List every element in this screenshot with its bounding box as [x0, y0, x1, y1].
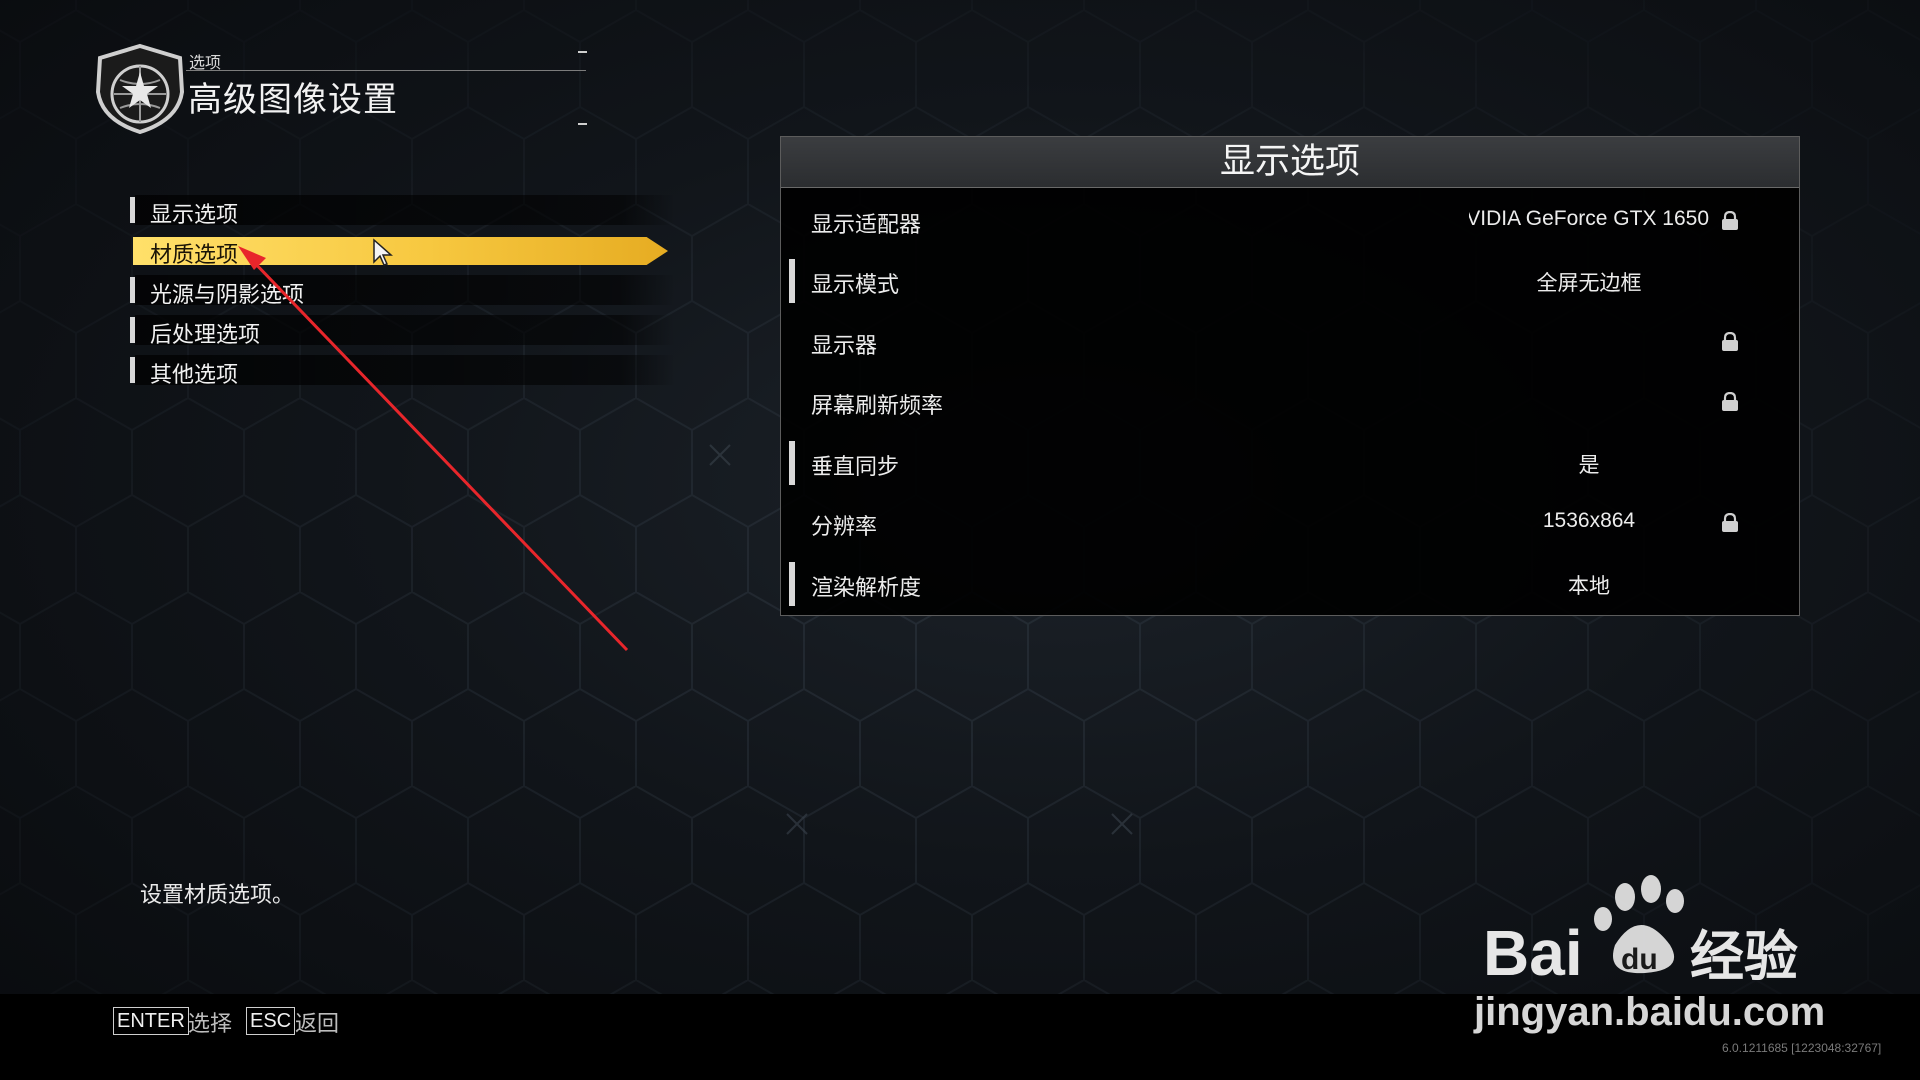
row-marker	[789, 259, 795, 303]
nav-item-label: 光源与阴影选项	[150, 283, 305, 308]
setting-value: NVIDIA GeForce GTX 1650	[1469, 207, 1709, 230]
row-marker	[789, 441, 795, 485]
setting-row-vsync[interactable]: 垂直同步 是	[789, 435, 1789, 491]
setting-value: 全屏无边框	[1536, 272, 1642, 295]
lock-icon	[1722, 392, 1738, 411]
svg-text:Bai: Bai	[1483, 917, 1583, 985]
panel-title: 显示选项	[1219, 142, 1360, 182]
display-options-panel: 显示选项 显示适配器 NVIDIA GeForce GTX 1650 显示模式 …	[780, 136, 1800, 616]
emblem-logo	[95, 43, 185, 134]
setting-label: 显示模式	[811, 273, 900, 298]
setting-value: 1536x864	[1542, 509, 1636, 532]
header-dash	[578, 123, 587, 125]
version-text: 6.0.1211685 [1223048:32767]	[1722, 1041, 1882, 1055]
setting-label: 显示适配器	[811, 213, 922, 238]
setting-value: 本地	[1568, 575, 1610, 598]
nav-item-other[interactable]: 其他选项	[130, 353, 682, 388]
nav-item-post-processing[interactable]: 后处理选项	[130, 313, 682, 348]
enter-key-label: 选择	[188, 1012, 233, 1037]
lock-icon	[1722, 211, 1738, 230]
nav-item-label: 材质选项	[150, 243, 239, 268]
setting-row-monitor[interactable]: 显示器	[789, 314, 1789, 370]
header-dash	[578, 51, 587, 53]
nav-item-label: 显示选项	[150, 203, 239, 228]
setting-row-refresh-rate[interactable]: 屏幕刷新频率	[789, 374, 1789, 430]
lock-icon	[1722, 332, 1738, 351]
setting-label: 垂直同步	[811, 455, 900, 480]
setting-label: 分辨率	[811, 515, 878, 540]
option-description: 设置材质选项。	[140, 883, 295, 908]
nav-item-label: 后处理选项	[150, 323, 261, 348]
header-section-label: 选项	[189, 53, 222, 72]
setting-row-display-mode[interactable]: 显示模式 全屏无边框	[789, 253, 1789, 309]
esc-key-label: 返回	[295, 1012, 340, 1037]
setting-row-display-adapter[interactable]: 显示适配器 NVIDIA GeForce GTX 1650	[789, 193, 1789, 249]
setting-row-render-resolution[interactable]: 渲染解析度 本地	[789, 556, 1789, 612]
svg-text:经验: 经验	[1690, 925, 1798, 985]
setting-label: 屏幕刷新频率	[811, 394, 944, 419]
svg-text:du: du	[1621, 943, 1658, 976]
setting-label: 渲染解析度	[811, 576, 922, 601]
mouse-cursor-icon	[373, 238, 393, 266]
lock-icon	[1722, 513, 1738, 532]
nav-item-label: 其他选项	[150, 363, 239, 388]
nav-item-lighting-shadow[interactable]: 光源与阴影选项	[130, 273, 682, 308]
esc-key-hint[interactable]: ESC	[246, 1007, 296, 1035]
setting-label: 显示器	[811, 334, 878, 359]
setting-value: 是	[1578, 454, 1600, 477]
baidu-watermark-logo: Bai du 经验	[1483, 875, 1798, 985]
page-title: 高级图像设置	[188, 80, 398, 120]
row-marker	[789, 562, 795, 606]
nav-item-display[interactable]: 显示选项	[130, 193, 682, 228]
enter-key-hint[interactable]: ENTER	[113, 1007, 189, 1035]
watermark-url: jingyan.baidu.com	[1474, 990, 1826, 1034]
header-divider	[186, 70, 586, 71]
nav-item-texture[interactable]: 材质选项	[130, 233, 682, 268]
setting-row-resolution[interactable]: 分辨率 1536x864	[789, 495, 1789, 551]
